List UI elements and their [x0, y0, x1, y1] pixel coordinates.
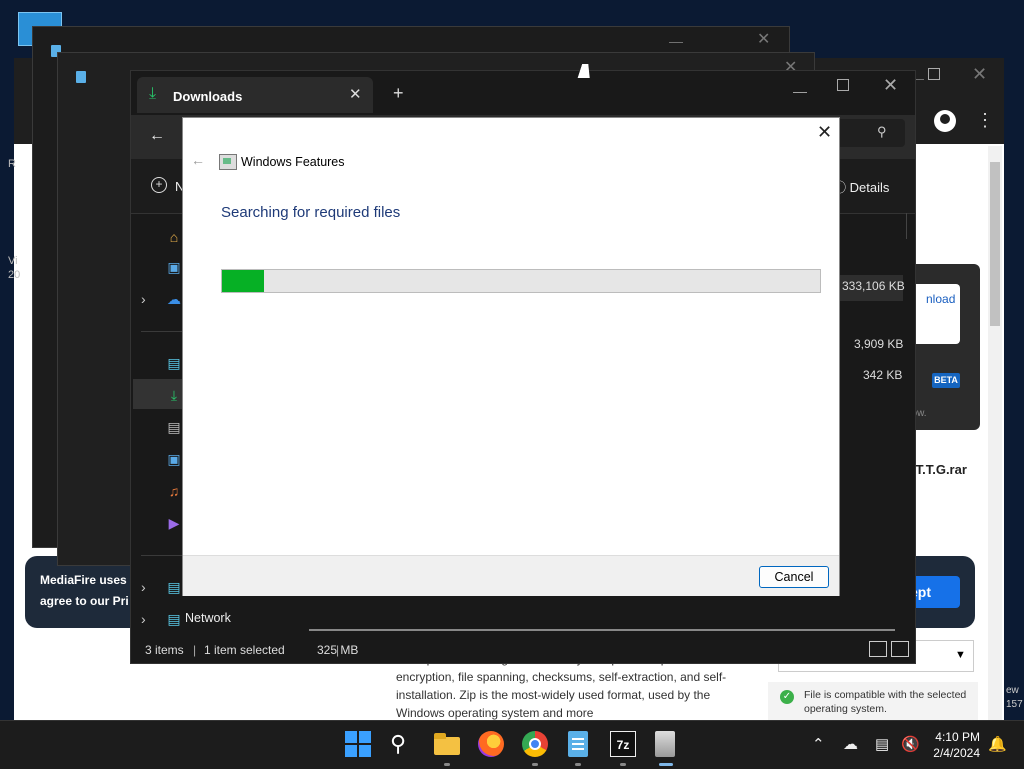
page-text-fragment: ew 157	[1006, 685, 1023, 710]
dialog-title: Windows Features	[241, 155, 345, 169]
minimize-button[interactable]: —	[669, 33, 683, 49]
documents-folder-icon[interactable]: ▤	[165, 419, 183, 435]
file-size: 342 KB	[863, 368, 903, 382]
volume-muted-icon[interactable]: 🔇	[901, 735, 920, 753]
chevron-up-icon[interactable]: ⌃	[812, 735, 825, 753]
home-icon[interactable]: ⌂	[165, 229, 183, 245]
progress-bar	[221, 269, 821, 293]
close-button[interactable]: ✕	[757, 29, 770, 49]
close-button[interactable]: ✕	[883, 75, 898, 96]
new-icon[interactable]: +	[151, 177, 167, 193]
dialog-footer: Cancel	[183, 555, 839, 596]
clock[interactable]: 4:10 PM 2/4/2024	[928, 729, 980, 761]
desktop-folder-icon[interactable]: ▤	[165, 355, 183, 371]
this-pc-icon[interactable]: ▤	[165, 579, 183, 595]
videos-folder-icon[interactable]: ▶	[165, 515, 183, 531]
taskbar: ⚲ 7z ⌃ ☁ ▤ 🔇 4:10 PM 2/4/2024 🔔	[0, 720, 1024, 769]
clock-time: 4:10 PM	[935, 730, 980, 744]
cookie-text: MediaFire uses agree to our Pri	[40, 573, 129, 608]
running-indicator	[575, 763, 581, 766]
running-indicator	[444, 763, 450, 766]
notification-bell-icon[interactable]: 🔔	[988, 735, 1007, 753]
chevron-right-icon[interactable]: ›	[141, 611, 146, 627]
file-size: 3,909 KB	[854, 337, 904, 351]
page-text-fragment: R	[8, 158, 16, 170]
compat-notice: ✓ File is compatible with the selected o…	[768, 682, 978, 722]
close-tab-icon[interactable]: ✕	[349, 85, 362, 103]
check-icon: ✓	[780, 690, 794, 704]
browser-maximize-button[interactable]	[928, 68, 940, 80]
page-text-fragment: Vi 20	[8, 255, 21, 281]
status-item-count: 3 items	[145, 643, 184, 657]
notepad-icon[interactable]	[568, 731, 588, 757]
tiles-view-icon[interactable]	[891, 641, 909, 657]
horizontal-scrollbar[interactable]	[309, 629, 895, 631]
search-icon[interactable]: ⚲	[390, 731, 416, 757]
menu-icon[interactable]: ⋮	[976, 110, 994, 131]
windows-features-icon	[219, 154, 237, 170]
running-indicator	[532, 763, 538, 766]
gallery-icon[interactable]: ▣	[165, 259, 183, 275]
installer-icon[interactable]	[655, 731, 675, 757]
nav-item-network[interactable]: Network	[185, 611, 231, 625]
compat-text: File is compatible with the selected ope…	[804, 689, 967, 715]
download-icon: ⤓	[149, 85, 157, 102]
file-size: 333,106 KB	[842, 279, 905, 293]
browser-close-button[interactable]: ✕	[972, 64, 987, 85]
7zip-icon[interactable]: 7z	[610, 731, 636, 757]
notepad-icon	[76, 71, 86, 83]
downloads-folder-icon[interactable]: ⤓	[165, 387, 183, 403]
chevron-right-icon[interactable]: ›	[141, 291, 146, 307]
minimize-button[interactable]: —	[793, 83, 807, 99]
details-view-icon[interactable]	[869, 641, 887, 657]
details-button[interactable]: ⓘ Details	[833, 177, 889, 196]
profile-icon[interactable]	[934, 110, 956, 132]
new-tab-button[interactable]: +	[393, 83, 404, 104]
tab-title: Downloads	[173, 89, 243, 104]
close-icon[interactable]: ✕	[817, 122, 832, 143]
cancel-button[interactable]: Cancel	[759, 566, 829, 588]
firefox-icon[interactable]	[478, 731, 504, 757]
chevron-right-icon[interactable]: ›	[141, 579, 146, 595]
status-bar: 3 items | 1 item selected 325 MB |	[131, 637, 915, 663]
page-scrollbar-thumb[interactable]	[990, 162, 1000, 326]
clock-date: 2/4/2024	[933, 746, 980, 760]
chrome-icon[interactable]	[522, 731, 548, 757]
network-status-icon[interactable]: ▤	[875, 735, 889, 753]
back-arrow-icon[interactable]: ←	[149, 127, 165, 145]
search-icon: ⚲	[877, 124, 887, 139]
pictures-folder-icon[interactable]: ▣	[165, 451, 183, 467]
beta-badge: BETA	[932, 373, 960, 388]
onedrive-offline-icon[interactable]: ☁	[843, 735, 858, 753]
network-icon[interactable]: ▤	[165, 611, 183, 627]
maximize-button[interactable]	[837, 79, 849, 91]
running-indicator	[620, 763, 626, 766]
status-selected: 1 item selected	[204, 643, 285, 657]
file-name: .T.T.G.rar	[912, 462, 967, 477]
back-arrow-icon[interactable]: ←	[191, 152, 205, 168]
start-icon[interactable]	[345, 731, 371, 757]
music-folder-icon[interactable]: ♫	[165, 483, 183, 499]
active-indicator	[659, 763, 673, 766]
windows-features-dialog: ✕ ← Windows Features Searching for requi…	[182, 117, 840, 596]
progress-bar-fill	[222, 270, 264, 292]
column-separator	[906, 213, 907, 239]
file-explorer-icon[interactable]	[434, 731, 460, 757]
chevron-down-icon: ▼	[955, 649, 966, 661]
dialog-heading: Searching for required files	[221, 204, 401, 221]
tab-downloads[interactable]: ⤓ Downloads ✕	[137, 77, 373, 113]
onedrive-icon[interactable]: ☁	[165, 291, 183, 307]
